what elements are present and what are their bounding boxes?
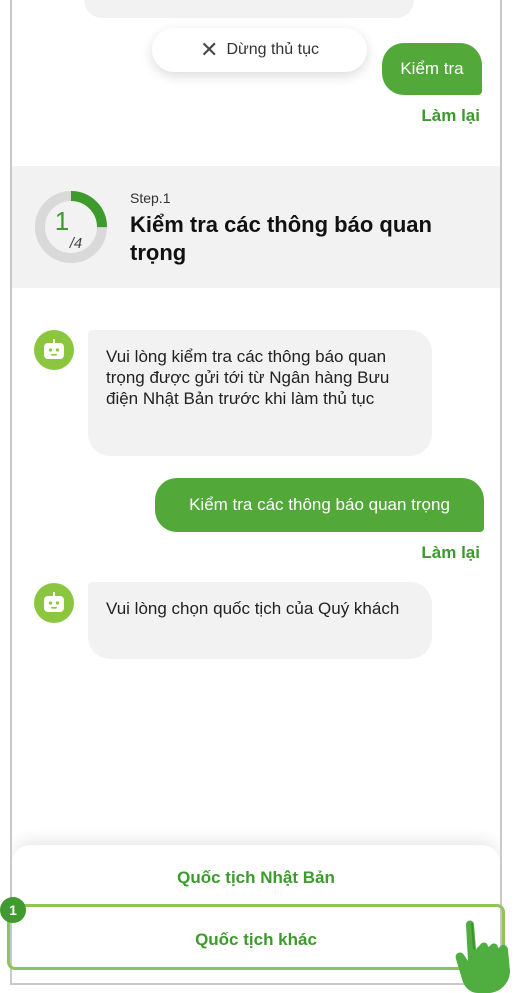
annotation-badge: 1: [0, 897, 26, 923]
step-header: 1 /4 Step.1 Kiểm tra các thông báo quan …: [12, 166, 500, 288]
step-current-number: 1: [55, 206, 69, 236]
retry-link[interactable]: Làm lại: [421, 543, 480, 563]
user-reply-bubble: Kiểm tra: [382, 43, 482, 95]
user-reply-bubble: Kiểm tra các thông báo quan trọng: [155, 478, 484, 532]
robot-icon: [44, 339, 64, 359]
step-title: Kiểm tra các thông báo quan trọng: [130, 212, 432, 265]
bot-avatar: [34, 583, 74, 623]
app-screen: ✕ Dừng thủ tục Kiểm tra Làm lại 1 /4 Ste…: [10, 0, 502, 985]
hand-pointer-icon: [455, 920, 510, 993]
bot-avatar: [34, 330, 74, 370]
bot-message-bubble: Vui lòng chọn quốc tịch của Quý khách: [88, 582, 432, 659]
user-reply-text: Kiểm tra: [400, 59, 464, 78]
bot-message-bubble: Vui lòng kiểm tra các thông báo quan trọ…: [88, 330, 432, 456]
user-reply-text: Kiểm tra các thông báo quan trọng: [189, 495, 450, 514]
step-progress-ring: 1 /4: [35, 191, 107, 263]
highlight-frame: [7, 904, 505, 970]
option-japanese-nationality[interactable]: Quốc tịch Nhật Bản: [12, 868, 500, 888]
bot-message-text: Vui lòng kiểm tra các thông báo quan trọ…: [106, 347, 390, 408]
stop-procedure-label: Dừng thủ tục: [226, 41, 319, 58]
stop-procedure-button[interactable]: ✕ Dừng thủ tục: [152, 28, 367, 72]
retry-link[interactable]: Làm lại: [421, 106, 480, 126]
robot-icon: [44, 592, 64, 612]
close-icon: ✕: [200, 37, 219, 62]
bot-message-text: Vui lòng chọn quốc tịch của Quý khách: [106, 599, 400, 618]
step-total-number: /4: [69, 235, 83, 252]
step-label: Step.1: [130, 190, 171, 206]
previous-message-edge: [84, 0, 414, 18]
